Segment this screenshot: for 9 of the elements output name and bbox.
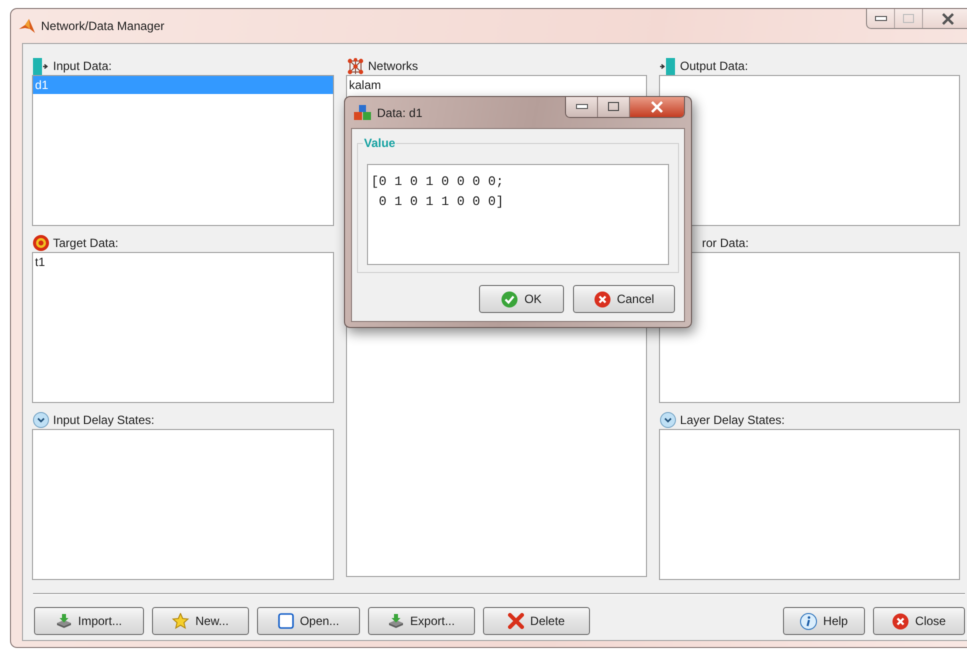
panel-label: Layer Delay States: xyxy=(680,412,785,429)
panel-label: Networks xyxy=(368,58,418,75)
panel-label: ror Data: xyxy=(702,235,749,252)
dialog-title: Data: d1 xyxy=(377,104,422,122)
window-title: Network/Data Manager xyxy=(41,18,164,35)
panel-label: Target Data: xyxy=(53,235,118,252)
panel-label: Output Data: xyxy=(680,58,748,75)
panel-label: Input Delay States: xyxy=(53,412,154,429)
panel-label: Input Data: xyxy=(53,58,112,75)
